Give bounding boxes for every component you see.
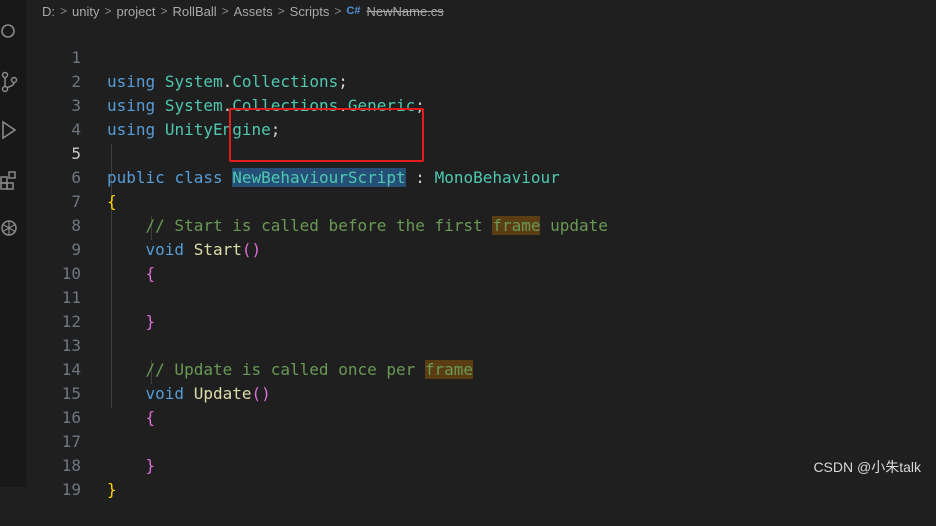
- code-line: 11 }: [0, 262, 936, 331]
- breadcrumb-drive[interactable]: D:: [42, 4, 55, 19]
- line-number: 19: [61, 480, 81, 499]
- chevron-right-icon: >: [160, 4, 168, 18]
- code-line-active: 5 public class NewBehaviourScript : Mono…: [0, 118, 936, 187]
- code-line: 19: [0, 454, 936, 499]
- breadcrumb-file[interactable]: NewName.cs: [366, 4, 443, 19]
- watermark: CSDN @小朱talk: [813, 459, 921, 475]
- code-line: 6 {: [0, 142, 936, 211]
- code-line: 2 using System.Collections.Generic;: [0, 46, 936, 115]
- chevron-right-icon: >: [221, 4, 229, 18]
- code-line: 8 void Start(): [0, 190, 936, 259]
- code-line: 18 }: [0, 430, 936, 499]
- code-line: 4: [0, 94, 936, 139]
- code-line: 9 {: [0, 214, 936, 283]
- code-line: 16: [0, 382, 936, 427]
- code-line: 13 // Update is called once per frame: [0, 310, 936, 379]
- code-line: 10: [0, 238, 936, 283]
- code-line: 12: [0, 286, 936, 331]
- code-line: 1 using System.Collections;: [0, 22, 936, 91]
- csharp-file-icon: C#: [346, 5, 361, 17]
- breadcrumb-folder-assets[interactable]: Assets: [234, 4, 273, 19]
- chevron-right-icon: >: [104, 4, 112, 18]
- code-line: 15 {: [0, 358, 936, 427]
- chevron-right-icon: >: [334, 4, 342, 18]
- code-line: 14 void Update(): [0, 334, 936, 403]
- breadcrumb-folder-rollball[interactable]: RollBall: [173, 4, 217, 19]
- close-brace: }: [107, 480, 117, 499]
- chevron-right-icon: >: [277, 4, 285, 18]
- breadcrumb-folder-unity[interactable]: unity: [72, 4, 99, 19]
- code-line: 7 // Start is called before the first fr…: [0, 166, 936, 235]
- breadcrumb-folder-scripts[interactable]: Scripts: [290, 4, 330, 19]
- code-editor[interactable]: 1 using System.Collections; 2 using Syst…: [0, 22, 936, 499]
- annotation-highlight-box: [229, 108, 424, 162]
- code-line: 17 }: [0, 406, 936, 475]
- code-line: 3 using UnityEngine;: [0, 70, 936, 139]
- chevron-right-icon: >: [60, 4, 68, 18]
- breadcrumb-folder-project[interactable]: project: [117, 4, 156, 19]
- breadcrumb: D: > unity > project > RollBall > Assets…: [42, 0, 936, 22]
